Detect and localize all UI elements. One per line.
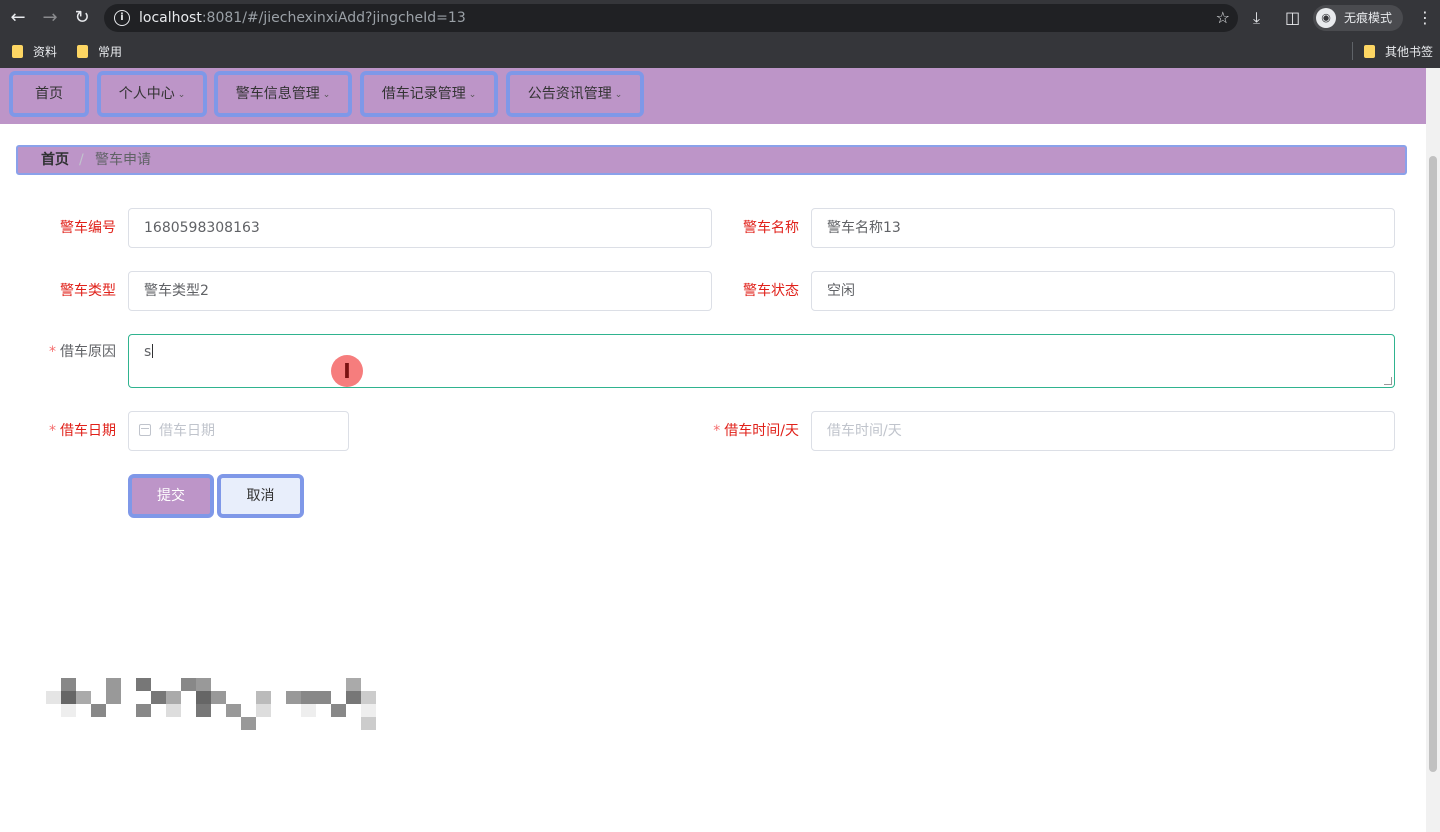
forward-arrow-icon[interactable]: → bbox=[38, 6, 62, 30]
url-host: localhost bbox=[139, 10, 202, 26]
label-text: 借车日期 bbox=[60, 423, 116, 439]
bookmark-label: 其他书签 bbox=[1385, 45, 1434, 59]
text-caret bbox=[152, 344, 154, 358]
bookmarks-separator bbox=[1352, 42, 1353, 60]
address-bar[interactable]: i localhost:8081/#/jiechexinxiAdd?jingch… bbox=[104, 4, 1238, 32]
input-value: 警车类型2 bbox=[144, 283, 209, 299]
submit-button[interactable]: 提交 bbox=[128, 474, 214, 518]
chevron-down-icon: ⌄ bbox=[614, 90, 623, 100]
incognito-label: 无痕模式 bbox=[1344, 11, 1393, 25]
nav-item-label: 个人中心 bbox=[118, 86, 175, 102]
input-value: 空闲 bbox=[827, 283, 855, 299]
page-scrollbar[interactable] bbox=[1426, 68, 1440, 832]
bookmark-star-icon[interactable]: ☆ bbox=[1216, 8, 1230, 27]
top-navigation: 首页 个人中心 ⌄ 警车信息管理 ⌄ 借车记录管理 ⌄ 公告资讯管理 ⌄ bbox=[0, 68, 1426, 124]
url-text[interactable]: localhost:8081/#/jiechexinxiAdd?jingcheI… bbox=[139, 4, 466, 32]
reason-textarea[interactable]: s bbox=[128, 334, 1395, 388]
chevron-down-icon: ⌄ bbox=[468, 90, 477, 100]
label-text: 警车名称 bbox=[743, 220, 799, 236]
text-cursor-indicator: I bbox=[331, 355, 363, 387]
label-text: 警车状态 bbox=[743, 283, 799, 299]
incognito-icon: ◉ bbox=[1316, 8, 1336, 28]
bookmark-label: 资料 bbox=[33, 45, 58, 59]
car-number-label: 警车编号 bbox=[20, 208, 116, 248]
folder-icon bbox=[77, 45, 88, 58]
reason-label: * 借车原因 bbox=[20, 332, 116, 372]
bookmark-label: 常用 bbox=[98, 45, 123, 59]
label-text: 警车编号 bbox=[60, 220, 116, 236]
scrollbar-thumb[interactable] bbox=[1429, 156, 1437, 772]
back-arrow-icon[interactable]: ← bbox=[6, 6, 30, 30]
car-name-label: 警车名称 bbox=[700, 208, 799, 248]
car-type-input[interactable]: 警车类型2 bbox=[128, 271, 712, 311]
borrow-date-label: * 借车日期 bbox=[20, 411, 116, 451]
pixelated-watermark bbox=[46, 678, 390, 730]
page-content: 首页 个人中心 ⌄ 警车信息管理 ⌄ 借车记录管理 ⌄ 公告资讯管理 ⌄ 首页 / 警车… bbox=[0, 68, 1426, 832]
car-name-input[interactable]: 警车名称13 bbox=[811, 208, 1395, 248]
incognito-profile-button[interactable]: ◉ 无痕模式 bbox=[1313, 5, 1403, 31]
browser-toolbar: ← → ↻ i localhost:8081/#/jiechexinxiAdd?… bbox=[0, 0, 1440, 36]
resize-handle[interactable] bbox=[1384, 377, 1392, 385]
bookmark-folder-other[interactable]: 其他书签 bbox=[1364, 42, 1433, 62]
nav-item-home[interactable]: 首页 bbox=[9, 71, 89, 117]
side-panel-icon[interactable]: ◫ bbox=[1285, 8, 1300, 28]
folder-icon bbox=[12, 45, 23, 58]
borrow-days-input[interactable]: 借车时间/天 bbox=[811, 411, 1395, 451]
breadcrumb: 首页 / 警车申请 bbox=[16, 145, 1407, 175]
chevron-down-icon: ⌄ bbox=[322, 90, 331, 100]
folder-icon bbox=[1364, 45, 1375, 58]
input-value: 警车名称13 bbox=[827, 220, 901, 236]
nav-item-borrow-records[interactable]: 借车记录管理 ⌄ bbox=[360, 71, 498, 117]
required-asterisk: * bbox=[713, 423, 721, 439]
car-status-label: 警车状态 bbox=[700, 271, 799, 311]
bookmark-folder-changyong[interactable]: 常用 bbox=[77, 42, 122, 62]
nav-item-label: 警车信息管理 bbox=[235, 86, 320, 102]
nav-item-car-info[interactable]: 警车信息管理 ⌄ bbox=[214, 71, 352, 117]
button-label: 提交 bbox=[157, 488, 185, 504]
calendar-icon bbox=[139, 424, 151, 436]
label-text: 警车类型 bbox=[60, 283, 116, 299]
nav-item-label: 借车记录管理 bbox=[381, 86, 466, 102]
nav-item-label: 公告资讯管理 bbox=[527, 86, 612, 102]
borrow-date-picker[interactable]: 借车日期 bbox=[128, 411, 349, 451]
breadcrumb-home-link[interactable]: 首页 bbox=[41, 147, 69, 173]
input-placeholder: 借车时间/天 bbox=[827, 423, 902, 439]
download-icon[interactable]: ⤓ bbox=[1253, 8, 1260, 28]
label-text: 借车原因 bbox=[60, 344, 116, 360]
bookmark-folder-ziliao[interactable]: 资料 bbox=[12, 42, 57, 62]
car-status-input[interactable]: 空闲 bbox=[811, 271, 1395, 311]
textarea-value: s bbox=[144, 344, 152, 360]
button-label: 取消 bbox=[246, 488, 275, 504]
input-value: 1680598308163 bbox=[144, 220, 260, 236]
more-menu-icon[interactable]: ⋮ bbox=[1417, 8, 1433, 28]
nav-item-personal-center[interactable]: 个人中心 ⌄ bbox=[97, 71, 207, 117]
site-info-icon[interactable]: i bbox=[114, 10, 130, 26]
label-text: 借车时间/天 bbox=[724, 423, 799, 439]
required-asterisk: * bbox=[49, 344, 56, 360]
car-number-input[interactable]: 1680598308163 bbox=[128, 208, 712, 248]
bookmarks-bar: 资料 常用 其他书签 bbox=[0, 36, 1440, 68]
cancel-button[interactable]: 取消 bbox=[217, 474, 304, 518]
borrow-days-label: * 借车时间/天 bbox=[680, 411, 799, 451]
chevron-down-icon: ⌄ bbox=[177, 90, 186, 100]
reload-icon[interactable]: ↻ bbox=[70, 6, 94, 30]
required-asterisk: * bbox=[49, 423, 56, 439]
breadcrumb-current: 警车申请 bbox=[95, 152, 151, 168]
date-placeholder: 借车日期 bbox=[159, 423, 215, 439]
breadcrumb-separator: / bbox=[79, 152, 84, 168]
car-type-label: 警车类型 bbox=[20, 271, 116, 311]
nav-item-announcements[interactable]: 公告资讯管理 ⌄ bbox=[506, 71, 644, 117]
url-path: :8081/#/jiechexinxiAdd?jingcheId=13 bbox=[201, 10, 466, 26]
nav-item-label: 首页 bbox=[35, 86, 63, 102]
